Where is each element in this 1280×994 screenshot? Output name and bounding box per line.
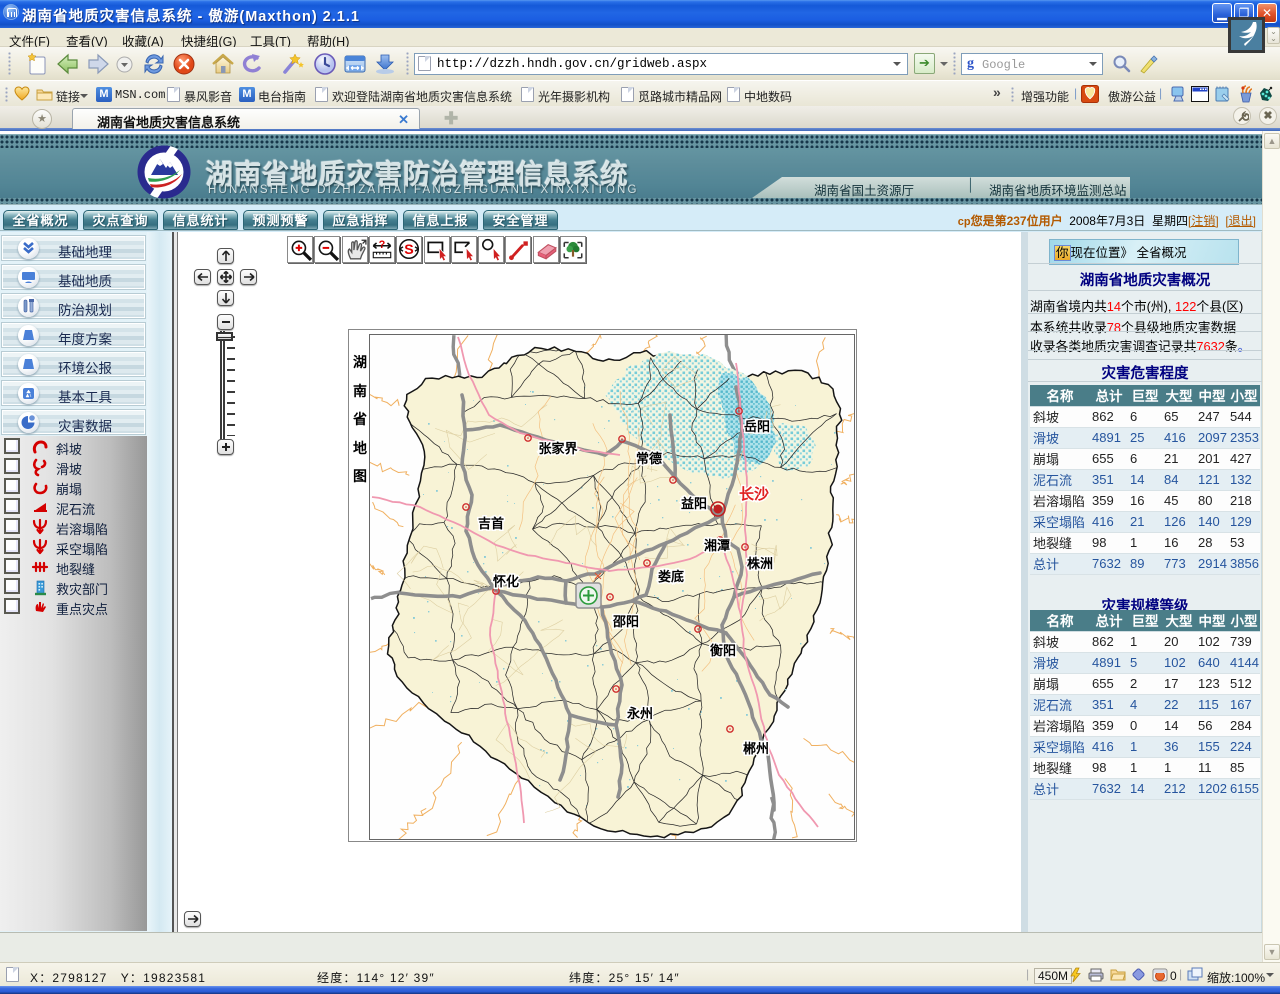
- svg-text:怀化: 怀化: [493, 574, 519, 589]
- svg-text:长沙: 长沙: [739, 485, 769, 503]
- svg-text:郴州: 郴州: [743, 741, 769, 756]
- svg-text:岳阳: 岳阳: [744, 419, 770, 434]
- svg-text:邵阳: 邵阳: [612, 614, 639, 629]
- svg-text:益阳: 益阳: [681, 496, 707, 511]
- svg-text:株洲: 株洲: [747, 556, 773, 571]
- svg-text:衡阳: 衡阳: [710, 643, 736, 658]
- svg-text:S: S: [404, 242, 413, 258]
- svg-text:永州: 永州: [626, 706, 653, 721]
- svg-text:吉首: 吉首: [478, 516, 504, 531]
- svg-text:?: ?: [379, 239, 386, 251]
- svg-text:湘潭: 湘潭: [704, 538, 730, 553]
- svg-text:张家界: 张家界: [538, 441, 577, 456]
- svg-text:娄底: 娄底: [658, 569, 684, 584]
- svg-text:常德: 常德: [636, 451, 662, 466]
